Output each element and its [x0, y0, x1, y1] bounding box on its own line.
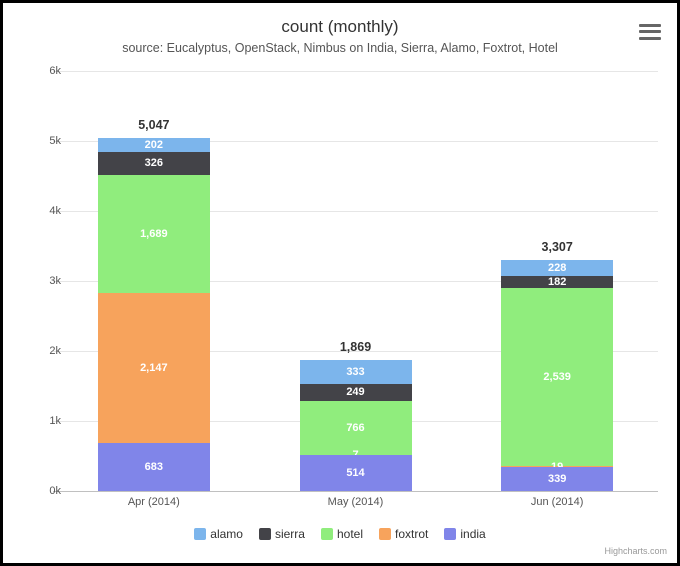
bar-segment-label: 202	[98, 138, 210, 152]
bar-segment-hotel[interactable]: 1,689	[98, 175, 210, 293]
stack-total-label: 5,047	[98, 118, 210, 132]
y-axis-tick: 4k	[21, 205, 61, 217]
x-axis-tick: Jun (2014)	[497, 496, 617, 508]
chart-subtitle: source: Eucalyptus, OpenStack, Nimbus on…	[3, 41, 677, 55]
bar-segment-label: 228	[501, 260, 613, 276]
legend-swatch	[259, 528, 271, 540]
legend-label: sierra	[275, 527, 305, 541]
bar-segment-alamo[interactable]: 333	[300, 360, 412, 383]
stack-total-label: 3,307	[501, 240, 613, 254]
context-menu-button[interactable]	[639, 21, 661, 41]
y-axis-tick: 6k	[21, 65, 61, 77]
bar-column: 3,3072281822,53919339	[501, 260, 613, 491]
legend-item-india[interactable]: india	[444, 527, 485, 541]
bar-column: 1,8693332497667514	[300, 360, 412, 491]
bar-segment-sierra[interactable]: 249	[300, 384, 412, 401]
x-axis-tick: May (2014)	[296, 496, 416, 508]
legend-label: foxtrot	[395, 527, 428, 541]
bar-segment-hotel[interactable]: 2,539	[501, 288, 613, 466]
bar-segment-hotel[interactable]: 766	[300, 401, 412, 455]
stack-total-label: 1,869	[300, 340, 412, 354]
legend-swatch	[321, 528, 333, 540]
bar-segment-label: 766	[300, 401, 412, 455]
bar-segment-india[interactable]: 514	[300, 455, 412, 491]
credits-link[interactable]: Highcharts.com	[604, 546, 667, 556]
legend-item-foxtrot[interactable]: foxtrot	[379, 527, 428, 541]
bar-segment-sierra[interactable]: 182	[501, 276, 613, 289]
y-axis-tick: 3k	[21, 275, 61, 287]
bar-segment-label: 2,147	[98, 293, 210, 443]
bar-segment-india[interactable]: 339	[501, 467, 613, 491]
legend-item-sierra[interactable]: sierra	[259, 527, 305, 541]
bar-segment-foxtrot[interactable]: 2,147	[98, 293, 210, 443]
y-axis-tick: 2k	[21, 345, 61, 357]
legend-label: india	[460, 527, 485, 541]
x-axis-tick: Apr (2014)	[94, 496, 214, 508]
bar-segment-label: 249	[300, 384, 412, 401]
bar-column: 5,0472023261,6892,147683	[98, 138, 210, 491]
bar-segment-label: 326	[98, 152, 210, 175]
bar-segment-label: 339	[501, 467, 613, 491]
chart-title: count (monthly)	[3, 17, 677, 37]
y-axis-tick: 5k	[21, 135, 61, 147]
legend-label: alamo	[210, 527, 243, 541]
bar-segment-alamo[interactable]: 202	[98, 138, 210, 152]
plot-area: 5,0472023261,6892,1476831,86933324976675…	[53, 71, 658, 492]
bar-segment-label: 514	[300, 455, 412, 491]
legend-item-hotel[interactable]: hotel	[321, 527, 363, 541]
bar-segment-sierra[interactable]: 326	[98, 152, 210, 175]
gridline	[53, 71, 658, 72]
legend-swatch	[194, 528, 206, 540]
bar-segment-label: 1,689	[98, 175, 210, 293]
bar-segment-india[interactable]: 683	[98, 443, 210, 491]
chart-container: count (monthly) source: Eucalyptus, Open…	[0, 0, 680, 566]
bar-segment-label: 2,539	[501, 288, 613, 466]
y-axis-tick: 0k	[21, 485, 61, 497]
legend: alamo sierra hotel foxtrot india	[3, 527, 677, 541]
y-axis-tick: 1k	[21, 415, 61, 427]
bar-segment-label: 182	[501, 276, 613, 289]
legend-swatch	[379, 528, 391, 540]
bar-segment-alamo[interactable]: 228	[501, 260, 613, 276]
bar-segment-label: 333	[300, 360, 412, 383]
bar-segment-label: 683	[98, 443, 210, 491]
legend-label: hotel	[337, 527, 363, 541]
legend-swatch	[444, 528, 456, 540]
legend-item-alamo[interactable]: alamo	[194, 527, 243, 541]
